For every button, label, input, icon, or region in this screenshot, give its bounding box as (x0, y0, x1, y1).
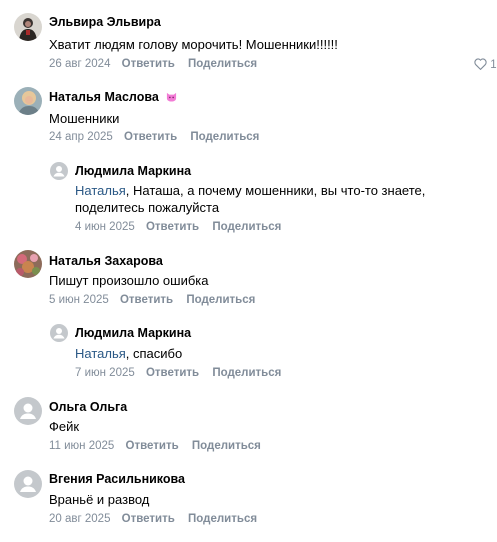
comment-text: Наталья, спасибо (75, 345, 182, 362)
comment-author[interactable]: Ольга Ольга (49, 400, 127, 414)
comment-meta: 7 июн 2025 Ответить Поделиться (75, 367, 291, 379)
comment-meta: 5 июн 2025 Ответить Поделиться (49, 294, 265, 306)
comment-date: 24 апр 2025 (49, 131, 113, 143)
mention-link[interactable]: Наталья (75, 346, 126, 361)
reply-button[interactable]: Ответить (122, 58, 175, 70)
reply-button[interactable]: Ответить (120, 294, 173, 306)
reply-button[interactable]: Ответить (146, 221, 199, 233)
default-user-icon[interactable] (50, 324, 68, 342)
heart-icon (474, 58, 487, 71)
share-button[interactable]: Поделиться (212, 367, 281, 379)
reply-button[interactable]: Ответить (126, 440, 179, 452)
share-button[interactable]: Поделиться (212, 221, 281, 233)
comment-text: Враньё и развод (49, 492, 150, 507)
default-user-icon[interactable] (14, 470, 42, 498)
comment-date: 20 авг 2025 (49, 513, 111, 525)
comment-date: 26 авг 2024 (49, 58, 111, 70)
comment-meta: 26 авг 2024 Ответить Поделиться (49, 58, 267, 70)
comment-text: Фейк (49, 419, 80, 434)
like-button[interactable]: 1 (474, 58, 497, 71)
reply-button[interactable]: Ответить (146, 367, 199, 379)
comment-author[interactable]: Наталья Маслова (49, 90, 177, 104)
avatar[interactable] (14, 87, 42, 115)
comment-meta: 24 апр 2025 Ответить Поделиться (49, 131, 269, 143)
comment-author[interactable]: Эльвира Эльвира (49, 15, 161, 29)
like-count: 1 (490, 59, 497, 71)
comment-text: Наталья, Наташа, а почему мошенники, вы … (75, 182, 425, 199)
comment-author[interactable]: Наталья Захарова (49, 254, 163, 268)
comment-text: Пишут произошло ошибка (49, 273, 209, 288)
share-button[interactable]: Поделиться (192, 440, 261, 452)
reply-text-line1: , Наташа, а почему мошенники, вы что-то … (125, 183, 426, 198)
comment-meta: 11 июн 2025 Ответить Поделиться (49, 440, 271, 452)
reply-text: , спасибо (125, 346, 183, 361)
reply-button[interactable]: Ответить (124, 131, 177, 143)
default-user-icon[interactable] (50, 162, 68, 180)
comment-date: 11 июн 2025 (49, 440, 115, 452)
comment-date: 5 июн 2025 (49, 294, 109, 306)
comment-meta: 20 авг 2025 Ответить Поделиться (49, 513, 267, 525)
comment-author[interactable]: Людмила Маркина (75, 326, 191, 340)
pink-cat-icon (167, 92, 177, 102)
comment-text: Мошенники (49, 111, 120, 126)
avatar[interactable] (14, 13, 42, 41)
mention-link[interactable]: Наталья (75, 183, 126, 198)
avatar[interactable] (14, 250, 42, 278)
comment-date: 4 июн 2025 (75, 221, 135, 233)
comment-meta: 4 июн 2025 Ответить Поделиться (75, 221, 291, 233)
default-user-icon[interactable] (14, 397, 42, 425)
comment-text-continuation: поделитесь пожалуйста (75, 200, 220, 215)
comment-author[interactable]: Вгения Расильникова (49, 472, 185, 486)
author-name: Наталья Маслова (49, 90, 159, 104)
share-button[interactable]: Поделиться (190, 131, 259, 143)
share-button[interactable]: Поделиться (188, 513, 257, 525)
share-button[interactable]: Поделиться (186, 294, 255, 306)
comment-date: 7 июн 2025 (75, 367, 135, 379)
comment-author[interactable]: Людмила Маркина (75, 164, 191, 178)
comment-text: Хватит людям голову морочить! Мошенники!… (49, 37, 338, 52)
share-button[interactable]: Поделиться (188, 58, 257, 70)
reply-button[interactable]: Ответить (122, 513, 175, 525)
